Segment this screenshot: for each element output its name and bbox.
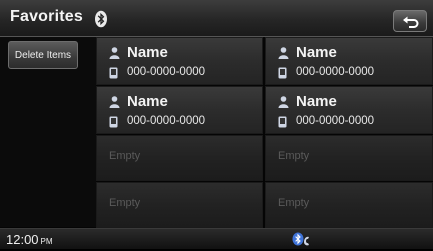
phone-icon xyxy=(109,115,118,133)
favorite-slot-4[interactable]: Name 000-0000-0000 xyxy=(265,86,433,134)
clock: 12:00 PM xyxy=(6,232,53,247)
contact-phone: 000-0000-0000 xyxy=(127,115,206,127)
favorite-slot-6[interactable]: Empty xyxy=(265,135,433,181)
person-icon xyxy=(278,46,289,64)
delete-items-button[interactable]: Delete Items xyxy=(8,41,78,69)
person-icon xyxy=(109,46,120,64)
clock-ampm: PM xyxy=(40,237,53,246)
status-bar: 12:00 PM xyxy=(0,228,433,249)
page-title: Favorites xyxy=(10,8,83,25)
empty-label: Empty xyxy=(109,197,141,209)
favorites-screen: Favorites Delete Items Name 000-0000-000… xyxy=(0,0,433,249)
favorite-slot-1[interactable]: Name 000-0000-0000 xyxy=(96,37,263,85)
person-icon xyxy=(278,95,289,113)
favorite-slot-8[interactable]: Empty xyxy=(265,182,433,228)
contact-name: Name xyxy=(296,44,337,61)
header-bar: Favorites xyxy=(0,0,433,37)
contact-phone: 000-0000-0000 xyxy=(296,66,375,78)
empty-label: Empty xyxy=(278,197,310,209)
favorite-slot-3[interactable]: Name 000-0000-0000 xyxy=(96,86,263,134)
contact-phone: 000-0000-0000 xyxy=(296,115,375,127)
contact-name: Name xyxy=(127,44,168,61)
contact-name: Name xyxy=(127,93,168,110)
phone-icon xyxy=(109,66,118,84)
empty-label: Empty xyxy=(278,150,310,162)
phone-icon xyxy=(278,66,287,84)
contact-phone: 000-0000-0000 xyxy=(127,66,206,78)
back-button[interactable] xyxy=(393,10,427,32)
left-panel: Delete Items xyxy=(0,37,96,227)
contact-name: Name xyxy=(296,93,337,110)
bluetooth-icon xyxy=(94,10,108,28)
phone-icon xyxy=(278,115,287,133)
bluetooth-phone-icon xyxy=(292,232,312,251)
favorite-slot-7[interactable]: Empty xyxy=(96,182,263,228)
favorite-slot-5[interactable]: Empty xyxy=(96,135,263,181)
empty-label: Empty xyxy=(109,150,141,162)
person-icon xyxy=(109,95,120,113)
favorite-slot-2[interactable]: Name 000-0000-0000 xyxy=(265,37,433,85)
clock-time: 12:00 xyxy=(6,232,39,247)
